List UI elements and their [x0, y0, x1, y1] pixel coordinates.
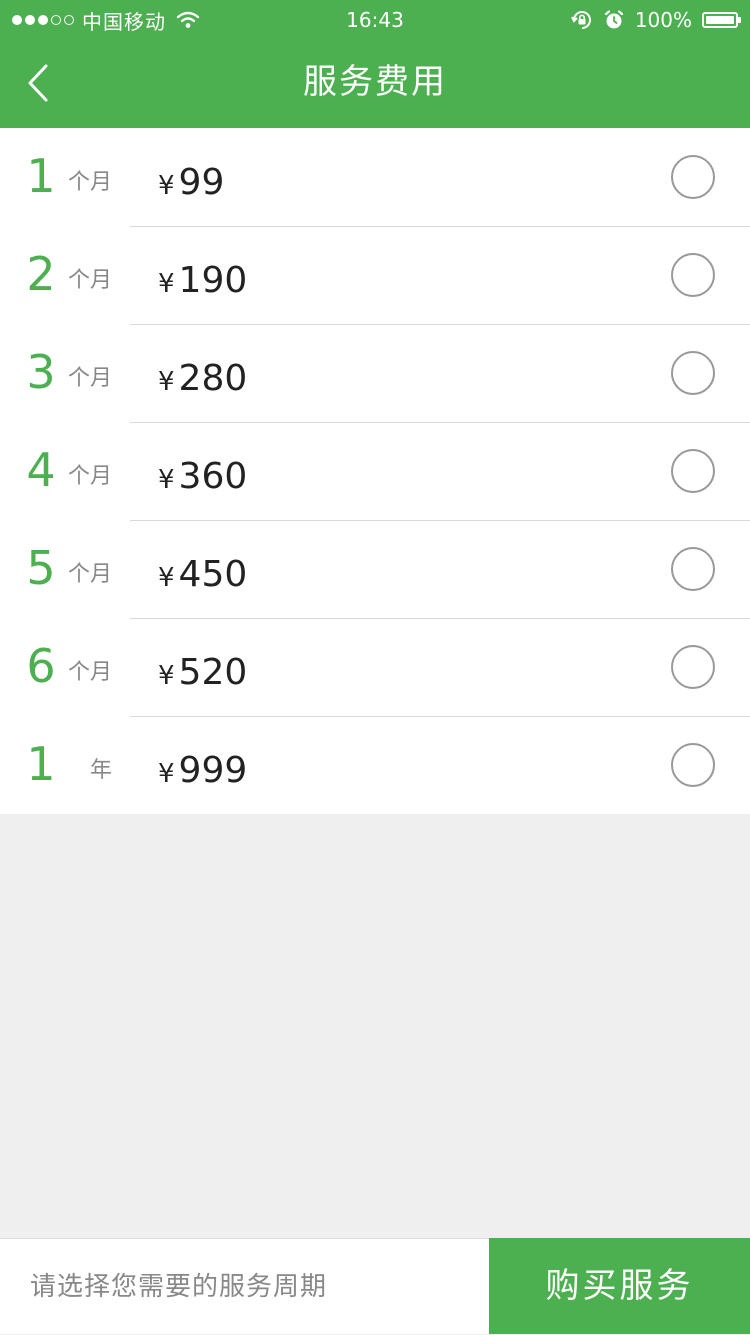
currency-symbol: ¥ [158, 465, 175, 495]
price-amount: 360 [178, 456, 248, 497]
plan-duration-number: 4 [26, 443, 56, 497]
price-amount: 999 [178, 750, 248, 791]
currency-symbol: ¥ [158, 563, 175, 593]
plan-option-3-months[interactable]: 3 个月 ¥280 [0, 324, 750, 422]
bottom-bar: 请选择您需要的服务周期 购买服务 [0, 1238, 750, 1334]
plan-option-4-months[interactable]: 4 个月 ¥360 [0, 422, 750, 520]
plan-price: ¥360 [158, 452, 247, 508]
plan-duration-unit: 个月 [67, 562, 112, 587]
price-amount: 280 [178, 358, 248, 399]
page-title: 服务费用 [303, 62, 447, 102]
plan-duration-number: 2 [26, 247, 56, 301]
plan-duration-unit: 个月 [67, 464, 112, 489]
buy-service-button[interactable]: 购买服务 [489, 1238, 750, 1334]
currency-symbol: ¥ [158, 171, 175, 201]
status-right: 100% [570, 6, 741, 34]
plan-duration-number: 5 [26, 541, 56, 595]
plan-price: ¥450 [158, 550, 247, 606]
selection-hint: 请选择您需要的服务周期 [30, 1272, 328, 1302]
plan-list: 1 个月 ¥99 2 个月 ¥190 3 个月 ¥280 4 个月 ¥360 5… [0, 128, 750, 814]
currency-symbol: ¥ [158, 759, 175, 789]
plan-duration-unit: 个月 [67, 366, 112, 391]
plan-radio-button[interactable] [671, 449, 715, 493]
price-amount: 190 [178, 260, 248, 301]
plan-duration-unit: 个月 [67, 660, 112, 685]
currency-symbol: ¥ [158, 661, 175, 691]
plan-option-2-months[interactable]: 2 个月 ¥190 [0, 226, 750, 324]
battery-icon [702, 12, 741, 28]
plan-duration-unit: 个月 [67, 268, 112, 293]
plan-duration-unit: 年 [89, 758, 112, 783]
plan-option-1-month[interactable]: 1 个月 ¥99 [0, 128, 750, 226]
plan-radio-button[interactable] [671, 645, 715, 689]
currency-symbol: ¥ [158, 269, 175, 299]
plan-price: ¥280 [158, 354, 247, 410]
plan-duration-number: 3 [26, 345, 56, 399]
battery-percent: 100% [634, 8, 692, 32]
plan-radio-button[interactable] [671, 253, 715, 297]
battery-fill [706, 16, 734, 24]
plan-radio-button[interactable] [671, 155, 715, 199]
price-amount: 520 [178, 652, 248, 693]
price-amount: 99 [178, 162, 225, 203]
plan-duration-number: 1 [26, 149, 56, 203]
status-bar: 中国移动 16:43 100% [0, 0, 750, 40]
plan-duration-number: 1 [26, 737, 56, 791]
plan-option-1-year[interactable]: 1 年 ¥999 [0, 716, 750, 814]
plan-duration-unit: 个月 [67, 170, 112, 195]
currency-symbol: ¥ [158, 367, 175, 397]
plan-price: ¥520 [158, 648, 247, 704]
plan-price: ¥99 [158, 158, 224, 214]
alarm-icon [603, 9, 625, 31]
nav-bar: 服务费用 [0, 40, 750, 128]
plan-price: ¥190 [158, 256, 247, 312]
plan-option-6-months[interactable]: 6 个月 ¥520 [0, 618, 750, 716]
plan-duration-number: 6 [26, 639, 56, 693]
orientation-lock-icon [570, 9, 593, 31]
price-amount: 450 [178, 554, 248, 595]
plan-radio-button[interactable] [671, 547, 715, 591]
plan-radio-button[interactable] [671, 351, 715, 395]
plan-price: ¥999 [158, 746, 247, 802]
plan-radio-button[interactable] [671, 743, 715, 787]
plan-option-5-months[interactable]: 5 个月 ¥450 [0, 520, 750, 618]
